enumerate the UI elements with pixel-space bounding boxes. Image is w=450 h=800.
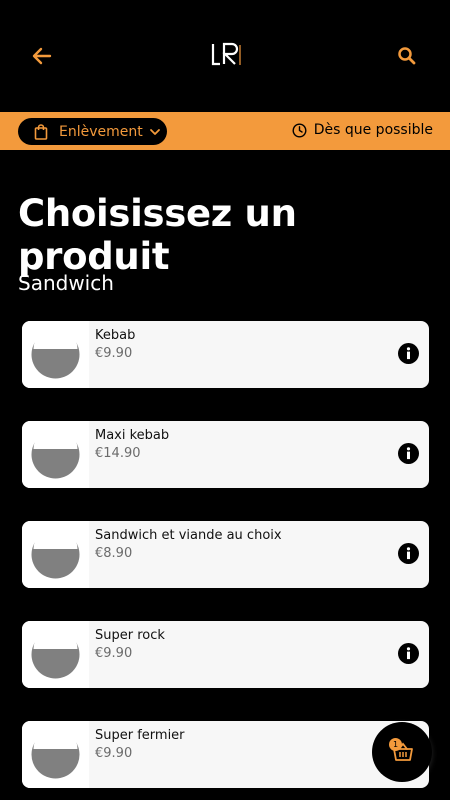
product-price: €9.90 (95, 746, 133, 761)
product-image-placeholder (22, 521, 89, 588)
product-name: Super fermier (95, 728, 185, 743)
product-name: Maxi kebab (95, 428, 170, 443)
back-arrow-icon (32, 47, 52, 65)
info-icon[interactable] (398, 343, 419, 364)
info-icon[interactable] (398, 643, 419, 664)
info-icon[interactable] (398, 543, 419, 564)
search-button[interactable] (397, 46, 417, 66)
product-price: €8.90 (95, 546, 133, 561)
product-name: Sandwich et viande au choix (95, 528, 282, 543)
product-card[interactable]: Kebab €9.90 (22, 321, 429, 388)
pickup-time-label: Dès que possible (313, 122, 433, 138)
product-card[interactable]: Super rock €9.90 (22, 621, 429, 688)
shopping-bag-icon (34, 123, 48, 140)
product-price: €9.90 (95, 646, 133, 661)
product-image-placeholder (22, 721, 89, 788)
info-icon[interactable] (398, 443, 419, 464)
product-card[interactable]: Maxi kebab €14.90 (22, 421, 429, 488)
clock-icon (292, 122, 307, 138)
back-button[interactable] (30, 44, 54, 68)
product-card[interactable]: Sandwich et viande au choix €8.90 (22, 521, 429, 588)
product-image-placeholder (22, 321, 89, 388)
cart-count-badge: 1 (389, 738, 402, 751)
search-icon (398, 47, 416, 65)
product-card[interactable]: Super fermier €9.90 (22, 721, 429, 788)
app-header (0, 0, 450, 112)
cart-button[interactable]: 1 (372, 722, 432, 782)
product-price: €14.90 (95, 446, 141, 461)
product-image-placeholder (22, 621, 89, 688)
chevron-down-icon (149, 128, 160, 135)
pickup-time-selector[interactable]: Dès que possible (292, 122, 433, 138)
product-name: Super rock (95, 628, 165, 643)
product-price: €9.90 (95, 346, 133, 361)
brand-logo (210, 42, 244, 68)
product-name: Kebab (95, 328, 136, 343)
order-options-bar: Enlèvement Dès que possible (0, 112, 450, 150)
page-title: Choisissez un produit (18, 192, 297, 278)
product-image-placeholder (22, 421, 89, 488)
section-title: Sandwich (18, 271, 114, 295)
product-list: Kebab €9.90 Maxi kebab €14.90 Sandwich e… (22, 321, 429, 800)
fulfillment-mode-dropdown[interactable]: Enlèvement (18, 118, 167, 145)
fulfillment-mode-label: Enlèvement (59, 123, 143, 140)
